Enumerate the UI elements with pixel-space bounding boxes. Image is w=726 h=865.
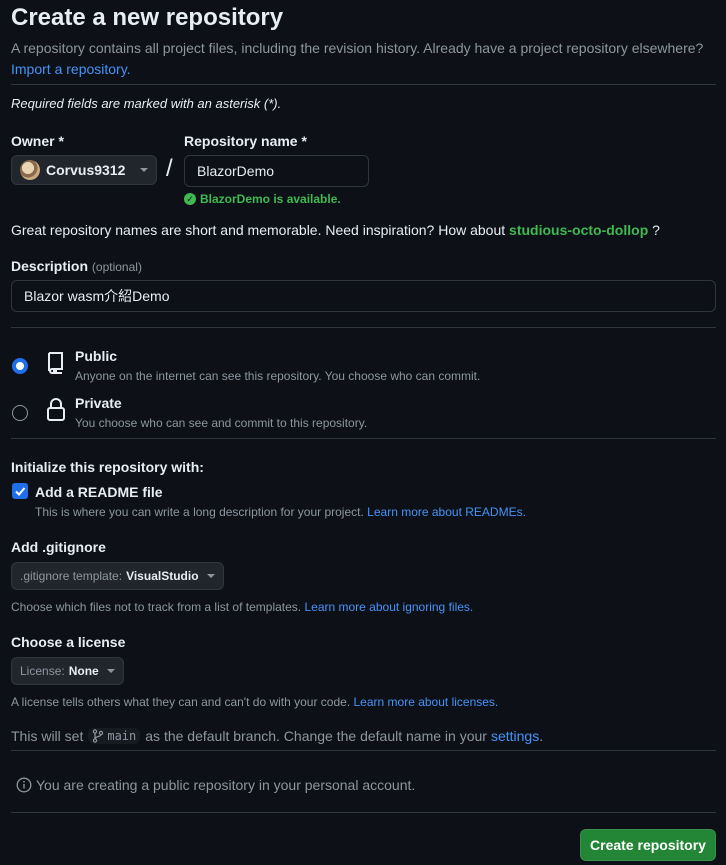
optional-hint: (optional) [91, 260, 142, 274]
branch-pre: This will set [11, 728, 84, 744]
license-help: A license tells others what they can and… [11, 695, 498, 709]
readme-title: Add a README file [35, 484, 163, 500]
private-description: You choose who can see and commit to thi… [75, 416, 368, 430]
divider [11, 812, 716, 813]
public-title: Public [75, 348, 118, 364]
git-branch-icon [93, 729, 104, 743]
chevron-down-icon [140, 168, 148, 172]
initialize-label: Initialize this repository with: [11, 459, 204, 475]
subtitle-text: A repository contains all project files,… [11, 40, 704, 56]
gitignore-help: Choose which files not to track from a l… [11, 600, 473, 614]
avatar [20, 160, 40, 180]
check-icon [15, 487, 26, 496]
info-icon [16, 777, 32, 793]
repo-book-icon [48, 352, 63, 374]
license-select[interactable]: License: None [11, 657, 124, 685]
create-repository-button[interactable]: Create repository [580, 829, 716, 861]
divider [11, 327, 716, 328]
license-value: None [68, 664, 99, 678]
public-notice: You are creating a public repository in … [16, 777, 415, 793]
required-note: Required fields are marked with an aster… [11, 96, 282, 111]
divider [11, 438, 716, 439]
page-title: Create a new repository [11, 4, 284, 31]
name-suggestion[interactable]: studious-octo-dollop [509, 222, 648, 238]
branch-end: . [539, 728, 544, 744]
gitignore-prefix: .gitignore template: [20, 569, 123, 583]
repo-name-input[interactable] [184, 155, 369, 187]
divider [11, 750, 716, 751]
owner-select[interactable]: Corvus9312 [11, 155, 157, 185]
branch-post: as the default branch. Change the defaul… [145, 728, 487, 744]
private-radio[interactable] [12, 405, 28, 421]
page-subtitle: A repository contains all project files,… [11, 38, 716, 80]
notice-text: You are creating a public repository in … [36, 777, 416, 793]
import-repository-link[interactable]: Import a repository. [11, 61, 131, 77]
gitignore-select[interactable]: .gitignore template: VisualStudio [11, 562, 224, 590]
branch-name-badge: main [88, 728, 141, 744]
learn-more-readmes-link[interactable]: Learn more about READMEs. [367, 505, 526, 519]
check-circle-icon: ✓ [184, 193, 196, 205]
lock-icon [47, 398, 65, 421]
description-input[interactable] [11, 280, 716, 312]
gitignore-label: Add .gitignore [11, 539, 106, 555]
divider [11, 84, 716, 85]
learn-more-licenses-link[interactable]: Learn more about licenses. [354, 695, 499, 709]
private-title: Private [75, 395, 122, 411]
description-label: Description (optional) [11, 258, 142, 274]
owner-name: Corvus9312 [46, 162, 126, 178]
branch-name: main [107, 729, 137, 743]
license-prefix: License: [20, 664, 65, 678]
owner-repo-separator: / [166, 155, 173, 182]
default-branch-note: This will set main as the default branch… [11, 728, 543, 744]
readme-description: This is where you can write a long descr… [35, 505, 526, 519]
license-desc: A license tells others what they can and… [11, 695, 351, 709]
readme-checkbox[interactable] [12, 483, 28, 499]
availability-status: ✓ BlazorDemo is available. [184, 192, 341, 206]
availability-text: BlazorDemo is available. [200, 192, 341, 206]
public-description: Anyone on the internet can see this repo… [75, 369, 481, 383]
owner-label: Owner * [11, 133, 64, 149]
repo-name-label: Repository name * [184, 133, 307, 149]
gitignore-value: VisualStudio [126, 569, 199, 583]
chevron-down-icon [206, 574, 215, 578]
settings-link[interactable]: settings [491, 728, 539, 744]
inspiration-text: Great repository names are short and mem… [11, 222, 660, 238]
learn-more-ignoring-link[interactable]: Learn more about ignoring files. [304, 600, 473, 614]
chevron-down-icon [106, 669, 115, 673]
public-radio[interactable] [12, 358, 28, 374]
inspiration-copy: Great repository names are short and mem… [11, 222, 506, 238]
inspiration-suffix: ? [652, 222, 660, 238]
readme-desc-text: This is where you can write a long descr… [35, 505, 364, 519]
description-label-text: Description [11, 258, 89, 274]
gitignore-desc: Choose which files not to track from a l… [11, 600, 302, 614]
license-label: Choose a license [11, 634, 126, 650]
